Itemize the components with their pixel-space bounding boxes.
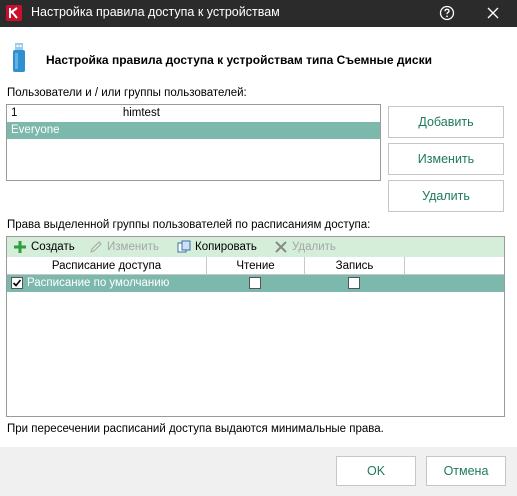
- usb-drive-icon: [12, 43, 26, 73]
- column-header-read[interactable]: Чтение: [207, 257, 305, 275]
- ok-button[interactable]: OK: [336, 456, 416, 486]
- title-bar: Настройка правила доступа к устройствам: [0, 0, 517, 27]
- plus-icon: [13, 240, 27, 254]
- copy-button[interactable]: Копировать: [177, 239, 257, 255]
- users-label: Пользователи и / или группы пользователе…: [7, 87, 247, 99]
- add-user-button[interactable]: Добавить: [388, 106, 504, 138]
- redaction-mask: [67, 110, 89, 122]
- dialog-footer: OK Отмена: [0, 447, 517, 496]
- read-checkbox[interactable]: [249, 277, 261, 289]
- rights-label: Права выделенной группы пользователей по…: [7, 219, 371, 231]
- close-icon: [274, 240, 288, 254]
- copy-label: Копировать: [195, 241, 257, 253]
- edit-schedule-button[interactable]: Изменить: [89, 239, 159, 255]
- copy-icon: [177, 240, 191, 254]
- kaspersky-logo-icon: [6, 5, 22, 21]
- schedule-enabled-checkbox[interactable]: [11, 277, 23, 289]
- info-note: При пересечении расписаний доступа выдаю…: [7, 423, 384, 435]
- grid-toolbar: Создать Изменить Копировать Удалить: [7, 237, 504, 257]
- grid-header: Расписание доступа Чтение Запись: [7, 257, 504, 275]
- table-row[interactable]: Расписание по умолчанию: [7, 275, 504, 292]
- delete-schedule-button[interactable]: Удалить: [274, 239, 336, 255]
- write-checkbox[interactable]: [348, 277, 360, 289]
- list-item[interactable]: Everyone: [7, 122, 380, 139]
- window-title: Настройка правила доступа к устройствам: [31, 5, 280, 19]
- dialog-content: Настройка правила доступа к устройствам …: [0, 27, 517, 447]
- question-circle-icon[interactable]: [438, 4, 456, 22]
- create-label: Создать: [31, 241, 75, 253]
- close-icon[interactable]: [484, 4, 502, 22]
- delete-user-button[interactable]: Удалить: [388, 180, 504, 212]
- pencil-icon: [89, 240, 103, 254]
- column-header-schedule[interactable]: Расписание доступа: [7, 257, 207, 275]
- column-header-write[interactable]: Запись: [305, 257, 405, 275]
- redaction-mask: [93, 108, 121, 120]
- users-list[interactable]: 1 himtest Everyone: [6, 104, 381, 181]
- create-button[interactable]: Создать: [13, 239, 75, 255]
- delete-label: Удалить: [292, 241, 336, 253]
- cancel-button[interactable]: Отмена: [426, 456, 506, 486]
- edit-user-button[interactable]: Изменить: [388, 143, 504, 175]
- edit-label: Изменить: [107, 241, 159, 253]
- page-title: Настройка правила доступа к устройствам …: [46, 53, 432, 67]
- redaction-mask: [21, 108, 63, 120]
- schedule-name: Расписание по умолчанию: [27, 277, 170, 289]
- list-item-label: Everyone: [11, 124, 60, 136]
- schedule-grid[interactable]: Создать Изменить Копировать Удалить Расп…: [6, 236, 505, 417]
